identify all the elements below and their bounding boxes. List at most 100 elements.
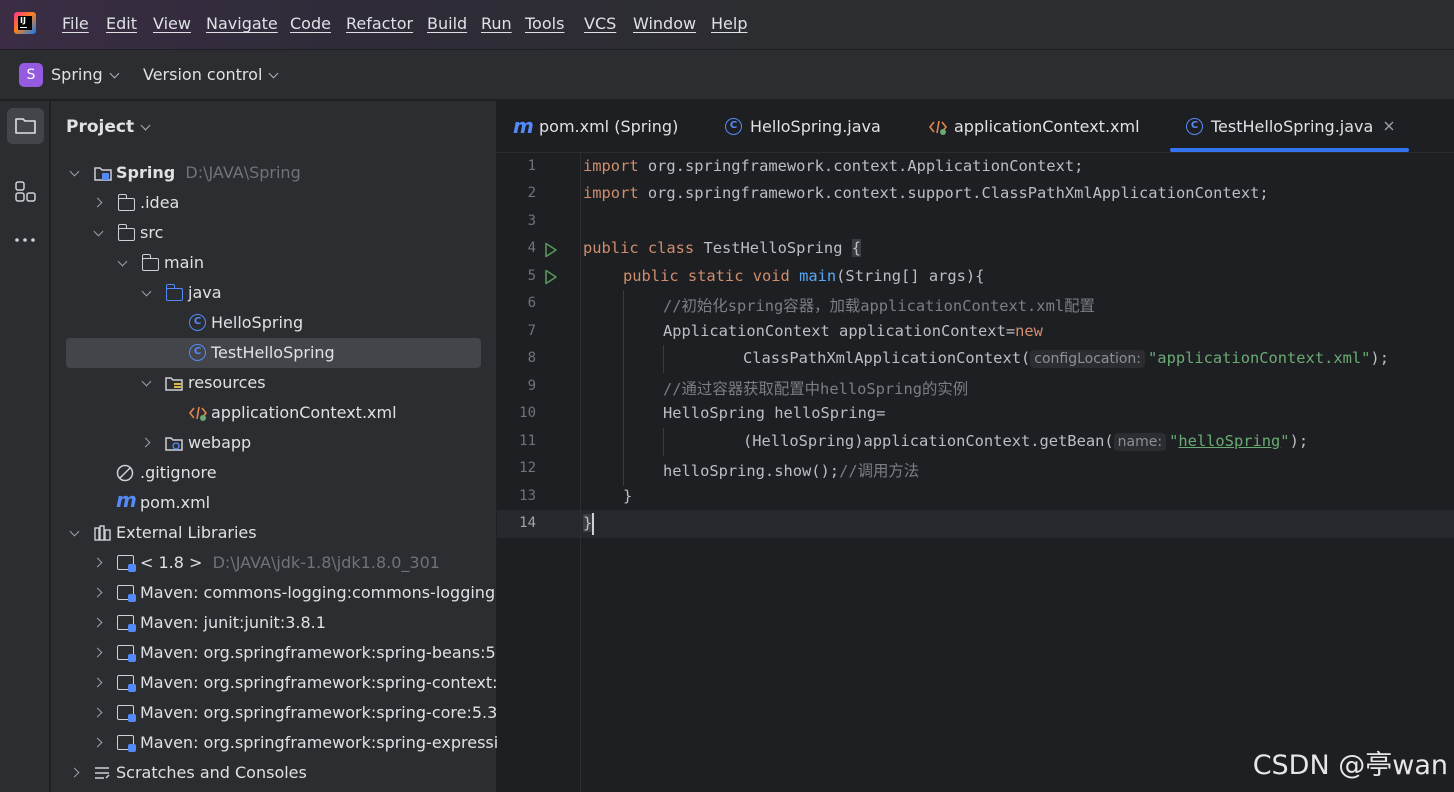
project-tool-button[interactable]	[7, 108, 44, 144]
tree-item-jdk[interactable]: < 1.8 > D:\JAVA\jdk-1.8\jdk1.8.0_301	[140, 548, 440, 578]
tree-item-idea[interactable]: .idea	[140, 188, 179, 218]
tree-item-webapp[interactable]: webapp	[188, 428, 251, 458]
code-token: (HelloSpring)applicationContext.getBean(	[743, 432, 1114, 450]
line-number: 13	[519, 488, 536, 504]
tree-item-scratches[interactable]: Scratches and Consoles	[116, 758, 307, 788]
folder-icon	[141, 254, 159, 271]
code-token: org.springframework.context.support.Clas…	[638, 184, 1269, 202]
more-tools-icon[interactable]	[14, 232, 38, 248]
tree-item-library[interactable]: Maven: org.springframework:spring-expres…	[140, 728, 508, 758]
parameter-hint: configLocation:	[1030, 350, 1146, 368]
structure-icon[interactable]	[14, 180, 38, 204]
project-panel-title-label: Project	[66, 117, 135, 137]
tree-item-applicationcontext-xml[interactable]: applicationContext.xml	[211, 398, 397, 428]
tree-item-external-libraries[interactable]: External Libraries	[116, 518, 257, 548]
tree-item-library[interactable]: Maven: org.springframework:spring-core:5…	[140, 698, 513, 728]
line-number: 5	[527, 268, 536, 284]
tree-item-pom-xml[interactable]: pom.xml	[140, 488, 210, 518]
menu-vcs[interactable]: VCS	[584, 14, 616, 33]
tree-item-label: < 1.8 >	[140, 553, 203, 572]
line-number: 3	[527, 213, 536, 229]
tab-testhellospring-java[interactable]: TestHelloSpring.java	[1211, 117, 1373, 136]
intellij-logo-icon[interactable]: IJ	[14, 12, 36, 34]
line-number: 9	[527, 378, 536, 394]
library-icon	[117, 705, 136, 722]
menu-window[interactable]: Window	[633, 14, 696, 33]
chevron-down-icon	[268, 68, 279, 79]
tool-window-bar	[0, 101, 50, 792]
run-class-icon[interactable]	[544, 242, 558, 258]
indent-guide	[663, 428, 664, 456]
code-token: helloSpring	[1178, 432, 1281, 450]
tree-item-resources[interactable]: resources	[188, 368, 266, 398]
tree-item-hellospring[interactable]: HelloSpring	[211, 308, 303, 338]
menu-code[interactable]: Code	[290, 14, 331, 33]
code-token: public class	[583, 239, 695, 257]
tree-item-label: Spring	[116, 163, 176, 182]
indent-guide	[663, 345, 664, 373]
tree-item-spring[interactable]: Spring D:\JAVA\Spring	[116, 158, 301, 188]
line-number: 14	[519, 515, 536, 531]
tree-item-path: D:\JAVA\jdk-1.8\jdk1.8.0_301	[212, 553, 440, 572]
menu-run[interactable]: Run	[481, 14, 512, 33]
menu-file[interactable]: File	[62, 14, 89, 33]
maven-icon: m	[513, 114, 534, 138]
menu-refactor[interactable]: Refactor	[346, 14, 413, 33]
code-line-10: HelloSpring helloSpring=	[663, 404, 886, 422]
code-token: );	[1289, 432, 1309, 450]
menu-view[interactable]: View	[153, 14, 191, 33]
tree-item-library[interactable]: Maven: org.springframework:spring-beans:…	[140, 638, 511, 668]
library-icon	[117, 735, 136, 752]
project-panel-title[interactable]: Project	[66, 117, 151, 137]
code-token: helloSpring.show();	[663, 462, 840, 480]
code-line-4: public class TestHelloSpring {	[583, 239, 862, 257]
code-token: "	[1169, 432, 1179, 450]
tab-pom-xml[interactable]: pom.xml (Spring)	[539, 117, 678, 136]
code-token: main	[799, 267, 837, 285]
tab-hellospring-java[interactable]: HelloSpring.java	[750, 117, 881, 136]
line-number: 6	[527, 295, 536, 311]
current-line-highlight	[497, 510, 1454, 538]
code-token: TestHelloSpring	[694, 239, 852, 257]
project-switcher[interactable]: Spring	[51, 65, 120, 84]
menu-tools[interactable]: Tools	[525, 14, 564, 33]
folder-icon	[117, 224, 135, 241]
project-badge: S	[19, 63, 43, 87]
libraries-icon	[94, 525, 111, 541]
menu-build[interactable]: Build	[427, 14, 467, 33]
tree-item-library[interactable]: Maven: org.springframework:spring-contex…	[140, 668, 513, 698]
tree-item-main[interactable]: main	[164, 248, 204, 278]
xml-file-icon	[188, 406, 208, 421]
code-token: new	[1015, 322, 1043, 340]
run-main-icon[interactable]	[544, 269, 558, 285]
code-token: "	[1280, 432, 1290, 450]
java-class-icon: C	[1186, 118, 1203, 135]
tab-applicationcontext-xml[interactable]: applicationContext.xml	[954, 117, 1140, 136]
code-line-5: public static void main(String[] args){	[623, 267, 984, 285]
scratches-icon	[95, 767, 110, 779]
text-caret	[592, 513, 594, 535]
code-line-8: ClassPathXmlApplicationContext(configLoc…	[743, 349, 1389, 368]
tree-item-src[interactable]: src	[140, 218, 163, 248]
tree-item-library[interactable]: Maven: commons-logging:commons-logging:1	[140, 578, 511, 608]
active-tab-indicator	[1170, 148, 1409, 152]
code-token: );	[1370, 349, 1389, 367]
web-folder-icon	[165, 437, 183, 451]
tree-item-java[interactable]: java	[188, 278, 222, 308]
resources-folder-icon	[165, 377, 183, 391]
gutter-separator	[580, 153, 581, 792]
menu-help[interactable]: Help	[711, 14, 747, 33]
menu-edit[interactable]: Edit	[106, 14, 137, 33]
folder-icon	[117, 194, 135, 211]
source-folder-icon	[165, 284, 183, 301]
menu-navigate[interactable]: Navigate	[206, 14, 278, 33]
tree-item-library[interactable]: Maven: junit:junit:3.8.1	[140, 608, 326, 638]
code-token: //调用方法	[839, 462, 920, 480]
code-token: import	[583, 157, 639, 175]
tree-item-gitignore[interactable]: .gitignore	[140, 458, 217, 488]
code-token: public static void	[623, 267, 790, 285]
close-icon[interactable]	[1383, 120, 1395, 132]
module-folder-icon	[94, 167, 112, 181]
version-control-dropdown[interactable]: Version control	[143, 65, 279, 84]
tree-item-testhellospring[interactable]: TestHelloSpring	[211, 338, 335, 368]
